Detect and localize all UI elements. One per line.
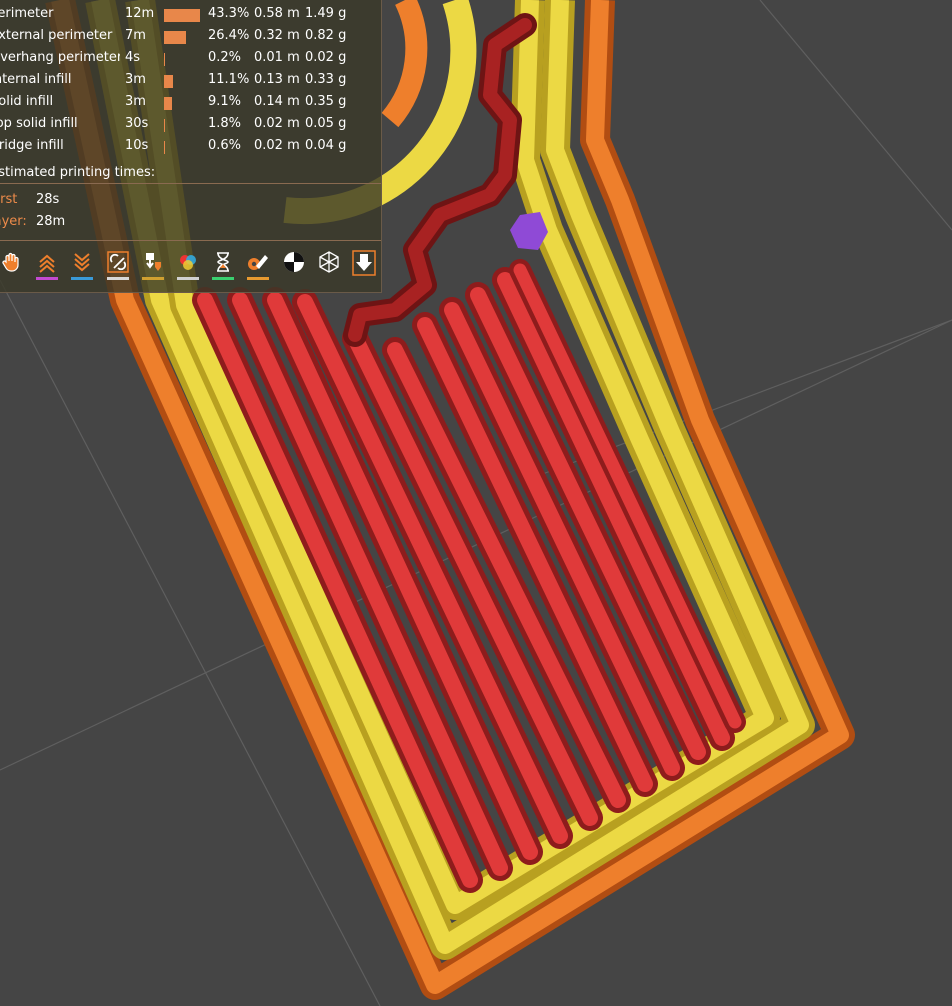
gcode-legend-panel: Perimeter 12m 43.3% 0.58 m 1.49 g External pe… (0, 0, 382, 293)
tool-change-icon (141, 250, 165, 274)
feature-weight: 0.33 g (305, 72, 347, 87)
feature-time-bar (164, 97, 172, 110)
wipe-up-button[interactable] (33, 250, 61, 282)
toolbar-color-indicator (247, 277, 270, 280)
toolbar-color-indicator (106, 277, 129, 280)
feature-weight: 0.04 g (305, 138, 347, 153)
retraction-down-icon (70, 250, 94, 274)
feature-percent: 1.8% (208, 116, 242, 131)
feature-length: 0.01 m (254, 50, 300, 65)
feature-time: 3m (125, 72, 146, 87)
color-change-icon (176, 250, 200, 274)
feature-length: 0.02 m (254, 138, 300, 153)
toolbar-color-indicator (71, 277, 94, 280)
feature-time-bar (164, 141, 165, 154)
retraction-down-button[interactable] (68, 250, 96, 282)
travel-hand-button[interactable] (0, 250, 26, 282)
feature-name: External perimeter (0, 28, 113, 43)
center-of-gravity-icon (282, 250, 306, 274)
feature-weight: 1.49 g (305, 6, 347, 21)
arc-perimeter-orange (381, 0, 428, 128)
feature-time: 30s (125, 116, 149, 131)
preview-view-toolbar (0, 246, 381, 286)
feature-percent: 11.1% (208, 72, 250, 87)
feature-name: Internal infill (0, 72, 72, 87)
feature-percent: 0.6% (208, 138, 242, 153)
feature-weight: 0.82 g (305, 28, 347, 43)
toolbar-color-indicator (141, 277, 164, 280)
travel-hand-icon (0, 250, 24, 274)
feature-name: Perimeter (0, 6, 54, 21)
seams-icon (106, 250, 130, 274)
feature-length: 0.32 m (254, 28, 300, 43)
custom-gcode-button[interactable] (244, 250, 272, 282)
feature-length: 0.02 m (254, 116, 300, 131)
feature-name: Solid infill (0, 94, 54, 109)
toolbar-color-indicator (36, 277, 59, 280)
feature-length: 0.58 m (254, 6, 300, 21)
pause-print-icon (211, 250, 235, 274)
feature-percent: 43.3% (208, 6, 250, 21)
feature-time-bar (164, 9, 200, 22)
custom-gcode-icon (246, 250, 270, 274)
feature-time: 10s (125, 138, 149, 153)
tool-change-button[interactable] (139, 250, 167, 282)
feature-time: 7m (125, 28, 146, 43)
feature-time-bar (164, 31, 186, 44)
shells-icon (317, 250, 341, 274)
feature-time: 3m (125, 94, 146, 109)
feature-name: Overhang perimeter (0, 50, 120, 65)
toolbar-color-indicator (212, 277, 235, 280)
center-of-gravity-button[interactable] (280, 250, 308, 282)
feature-percent: 26.4% (208, 28, 250, 43)
feature-name: Bridge infill (0, 138, 64, 153)
feature-weight: 0.05 g (305, 116, 347, 131)
feature-time-bar (164, 53, 165, 66)
tool-marker-icon (352, 250, 376, 276)
tool-marker-button[interactable] (350, 250, 378, 282)
wipe-up-icon (35, 250, 59, 274)
total-time-value: 28m (36, 214, 66, 229)
estimated-times-title: Estimated printing times: (0, 165, 156, 180)
feature-time: 12m (125, 6, 155, 21)
feature-time: 4s (125, 50, 141, 65)
feature-time-bar (164, 119, 165, 132)
seams-button[interactable] (104, 250, 132, 282)
color-change-button[interactable] (174, 250, 202, 282)
pause-print-button[interactable] (209, 250, 237, 282)
first-layer-value: 28s (36, 192, 60, 207)
feature-weight: 0.02 g (305, 50, 347, 65)
legend-separator-2 (0, 240, 381, 241)
feature-name: Top solid infill (0, 116, 78, 131)
feature-weight: 0.35 g (305, 94, 347, 109)
feature-percent: 0.2% (208, 50, 242, 65)
shells-button[interactable] (315, 250, 343, 282)
feature-time-bar (164, 75, 173, 88)
feature-percent: 9.1% (208, 94, 242, 109)
first-layer-label: First layer: (0, 192, 27, 229)
toolbar-color-indicator (177, 277, 199, 280)
feature-length: 0.14 m (254, 94, 300, 109)
feature-length: 0.13 m (254, 72, 300, 87)
